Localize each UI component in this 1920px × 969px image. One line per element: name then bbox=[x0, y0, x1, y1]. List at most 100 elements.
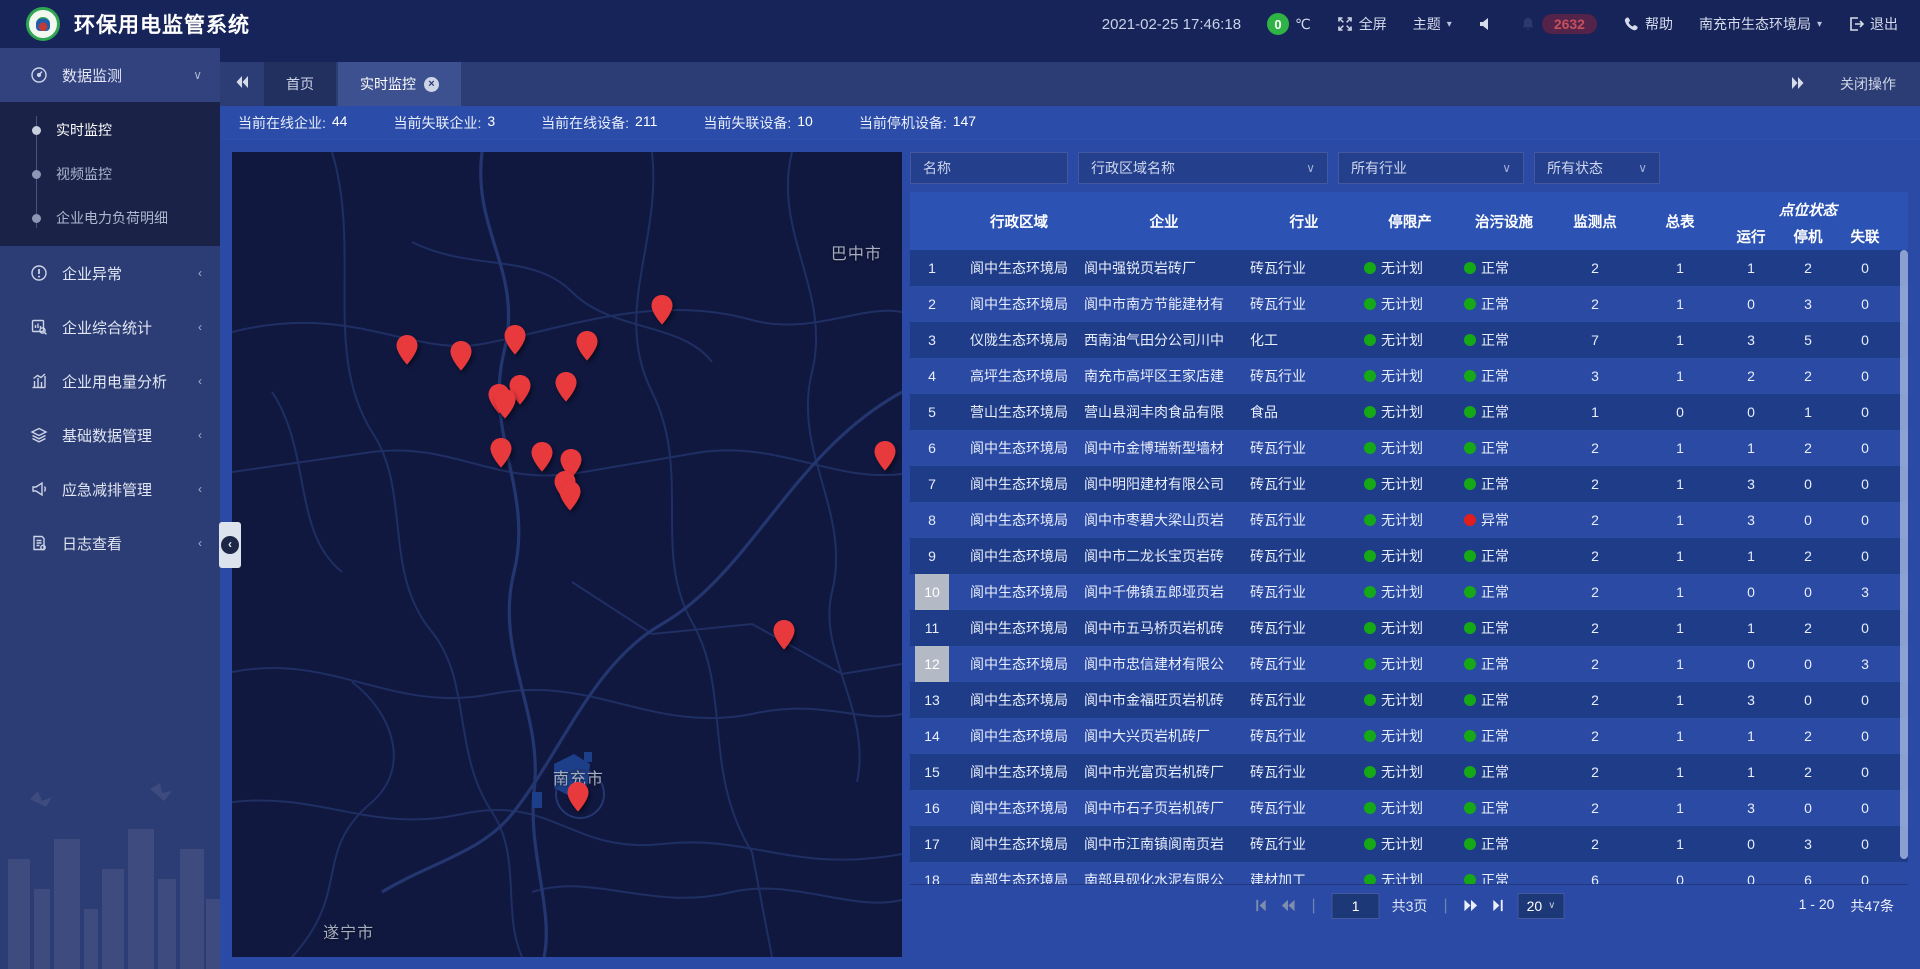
table-scrollbar[interactable] bbox=[1900, 250, 1908, 884]
double-chevron-right-icon[interactable] bbox=[1790, 75, 1806, 94]
table-row[interactable]: 5 营山生态环境局 营山县润丰肉食品有限 食品 无计划 正常 1 0 0 1 0 bbox=[910, 394, 1908, 430]
name-filter-input[interactable] bbox=[923, 160, 1055, 176]
table-row[interactable]: 11 阆中生态环境局 阆中市五马桥页岩机砖 砖瓦行业 无计划 正常 2 1 1 … bbox=[910, 610, 1908, 646]
cell-company: 阆中大兴页岩机砖厂 bbox=[1084, 726, 1244, 746]
table-row[interactable]: 10 阆中生态环境局 阆中千佛镇五郎垭页岩 砖瓦行业 无计划 正常 2 1 0 … bbox=[910, 574, 1908, 610]
sidebar-item-company-stats[interactable]: 企业综合统计 ‹ bbox=[0, 300, 220, 354]
table-row[interactable]: 18 南部生态环境局 南部县砚化水泥有限公 建材加工 无计划 正常 6 0 0 … bbox=[910, 862, 1908, 884]
record-range: 1 - 20 bbox=[1799, 896, 1835, 916]
table-row[interactable]: 9 阆中生态环境局 阆中市二龙长宝页岩砖 砖瓦行业 无计划 正常 2 1 1 2… bbox=[910, 538, 1908, 574]
map-pin[interactable] bbox=[555, 372, 578, 402]
sidebar-item-power-analysis[interactable]: 企业用电量分析 ‹ bbox=[0, 354, 220, 408]
theme-dropdown[interactable]: 主题▾ bbox=[1413, 14, 1452, 34]
mute-button[interactable] bbox=[1478, 16, 1494, 32]
table-row[interactable]: 13 阆中生态环境局 阆中市金福旺页岩机砖 砖瓦行业 无计划 正常 2 1 3 … bbox=[910, 682, 1908, 718]
close-operations-button[interactable]: 关闭操作 bbox=[1840, 74, 1896, 94]
map-pin[interactable] bbox=[567, 782, 590, 812]
cell-industry: 砖瓦行业 bbox=[1244, 834, 1364, 854]
fullscreen-button[interactable]: 全屏 bbox=[1337, 14, 1387, 34]
phone-icon bbox=[1623, 16, 1639, 32]
last-page-button[interactable] bbox=[1491, 898, 1506, 913]
status-dot bbox=[1464, 694, 1476, 706]
map-pin[interactable] bbox=[773, 620, 796, 650]
sidebar-collapse-handle[interactable]: ‹ bbox=[219, 522, 241, 568]
map-pin[interactable] bbox=[576, 331, 599, 361]
org-dropdown[interactable]: 南充市生态环境局▾ bbox=[1699, 14, 1822, 34]
cell-lost: 3 bbox=[1836, 584, 1894, 600]
prev-page-button[interactable] bbox=[1280, 898, 1295, 913]
next-page-button[interactable] bbox=[1464, 898, 1479, 913]
cell-run: 1 bbox=[1722, 728, 1780, 744]
skyline-decoration bbox=[0, 769, 220, 969]
status-dot bbox=[1364, 514, 1376, 526]
map-pin[interactable] bbox=[395, 335, 418, 365]
first-page-button[interactable] bbox=[1253, 898, 1268, 913]
map-pin[interactable] bbox=[450, 341, 473, 371]
map-pin[interactable] bbox=[873, 441, 896, 471]
double-chevron-left-icon bbox=[234, 74, 250, 95]
table-row[interactable]: 1 阆中生态环境局 阆中强锐页岩砖厂 砖瓦行业 无计划 正常 2 1 1 2 0 bbox=[910, 250, 1908, 286]
notifications[interactable]: 2632 bbox=[1520, 14, 1597, 34]
log-file-icon bbox=[30, 534, 48, 552]
status-dot bbox=[1464, 334, 1476, 346]
stat-value: 147 bbox=[953, 113, 976, 133]
table-row[interactable]: 6 阆中生态环境局 阆中市金博瑞新型墙材 砖瓦行业 无计划 正常 2 1 1 2… bbox=[910, 430, 1908, 466]
cell-points: 2 bbox=[1552, 296, 1638, 312]
status-dot bbox=[1464, 766, 1476, 778]
col-region: 行政区域 bbox=[954, 192, 1084, 250]
sidebar-item-video-monitor[interactable]: 视频监控 bbox=[0, 152, 220, 196]
tab-close-icon[interactable]: × bbox=[424, 77, 439, 92]
sidebar-item-company-abnormal[interactable]: 企业异常 ‹ bbox=[0, 246, 220, 300]
map-pin[interactable] bbox=[490, 438, 513, 468]
map-pin[interactable] bbox=[494, 389, 517, 419]
name-filter-field[interactable] bbox=[910, 152, 1068, 184]
map-pin[interactable] bbox=[503, 325, 526, 355]
cell-region: 阆中生态环境局 bbox=[954, 510, 1084, 530]
sidebar-item-base-data[interactable]: 基础数据管理 ‹ bbox=[0, 408, 220, 462]
page-size-select[interactable]: 20 ∨ bbox=[1518, 893, 1565, 919]
cell-region: 南部生态环境局 bbox=[954, 870, 1084, 884]
help-button[interactable]: 帮助 bbox=[1623, 14, 1673, 34]
cell-stop-status: 无计划 bbox=[1364, 834, 1456, 854]
cell-run: 3 bbox=[1722, 800, 1780, 816]
map-pin[interactable] bbox=[531, 442, 554, 472]
map-canvas[interactable]: 巴中市 南充市 遂宁市 bbox=[232, 152, 902, 957]
table-row[interactable]: 8 阆中生态环境局 阆中市枣碧大梁山页岩 砖瓦行业 无计划 异常 2 1 3 0… bbox=[910, 502, 1908, 538]
table-row[interactable]: 12 阆中生态环境局 阆中市忠信建材有限公 砖瓦行业 无计划 正常 2 1 0 … bbox=[910, 646, 1908, 682]
map-pin[interactable] bbox=[559, 481, 582, 511]
logout-button[interactable]: 退出 bbox=[1848, 14, 1898, 34]
map-pin[interactable] bbox=[651, 295, 674, 325]
table-row[interactable]: 7 阆中生态环境局 阆中明阳建材有限公司 砖瓦行业 无计划 正常 2 1 3 0… bbox=[910, 466, 1908, 502]
app-root: 环保用电监管系统 2021-02-25 17:46:18 0 ℃ 全屏 主题▾ bbox=[0, 0, 1920, 969]
status-filter-select[interactable]: 所有状态 ∨ bbox=[1534, 152, 1660, 184]
cell-lost: 0 bbox=[1836, 440, 1894, 456]
sidebar-item-realtime-monitor[interactable]: 实时监控 bbox=[0, 108, 220, 152]
region-filter-select[interactable]: 行政区域名称 ∨ bbox=[1078, 152, 1328, 184]
content-area: ‹ bbox=[220, 140, 1920, 969]
status-dot bbox=[1464, 622, 1476, 634]
table-row[interactable]: 14 阆中生态环境局 阆中大兴页岩机砖厂 砖瓦行业 无计划 正常 2 1 1 2… bbox=[910, 718, 1908, 754]
tab-home[interactable]: 首页 bbox=[264, 62, 336, 106]
row-index: 10 bbox=[915, 574, 949, 610]
cell-facility-status: 正常 bbox=[1456, 474, 1552, 494]
table-row[interactable]: 15 阆中生态环境局 阆中市光富页岩机砖厂 砖瓦行业 无计划 正常 2 1 1 … bbox=[910, 754, 1908, 790]
table-row[interactable]: 16 阆中生态环境局 阆中市石子页岩机砖厂 砖瓦行业 无计划 正常 2 1 3 … bbox=[910, 790, 1908, 826]
table-row[interactable]: 2 阆中生态环境局 阆中市南方节能建材有 砖瓦行业 无计划 正常 2 1 0 3… bbox=[910, 286, 1908, 322]
status-dot bbox=[1464, 370, 1476, 382]
table-row[interactable]: 17 阆中生态环境局 阆中市江南镇阆南页岩 砖瓦行业 无计划 正常 2 1 0 … bbox=[910, 826, 1908, 862]
sidebar-item-data-monitor[interactable]: 数据监测 ∨ bbox=[0, 48, 220, 102]
cell-lost: 0 bbox=[1836, 836, 1894, 852]
sidebar-item-emergency[interactable]: 应急减排管理 ‹ bbox=[0, 462, 220, 516]
cell-meters: 1 bbox=[1638, 620, 1722, 636]
tab-realtime-monitor[interactable]: 实时监控 × bbox=[338, 62, 461, 106]
sidebar-item-logs[interactable]: 日志查看 ‹ bbox=[0, 516, 220, 570]
industry-filter-select[interactable]: 所有行业 ∨ bbox=[1338, 152, 1524, 184]
page-number-input[interactable]: 1 bbox=[1332, 893, 1380, 919]
table-row[interactable]: 3 仪陇生态环境局 西南油气田分公司川中 化工 无计划 正常 7 1 3 5 0 bbox=[910, 322, 1908, 358]
cell-region: 阆中生态环境局 bbox=[954, 438, 1084, 458]
table-row[interactable]: 4 高坪生态环境局 南充市高坪区王家店建 砖瓦行业 无计划 正常 3 1 2 2… bbox=[910, 358, 1908, 394]
sidebar-item-load-detail[interactable]: 企业电力负荷明细 bbox=[0, 196, 220, 240]
sidebar-item-label: 企业用电量分析 bbox=[62, 371, 167, 392]
tabs-scroll-left-button[interactable] bbox=[220, 62, 264, 106]
cell-lost: 3 bbox=[1836, 656, 1894, 672]
